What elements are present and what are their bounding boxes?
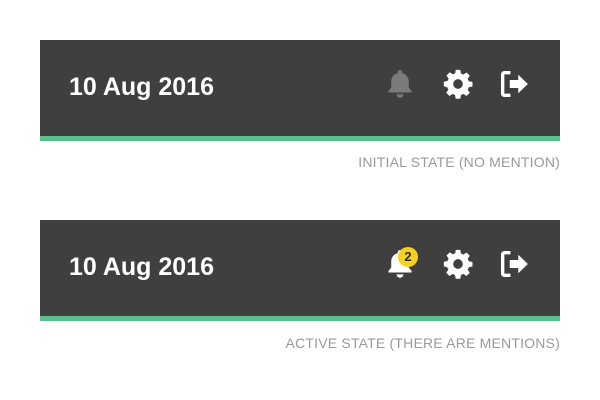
caption-initial-state: INITIAL STATE (NO MENTION) — [358, 154, 560, 170]
gear-icon[interactable] — [441, 247, 475, 281]
gear-icon-graphic — [443, 249, 473, 279]
logout-icon[interactable] — [497, 67, 531, 101]
header-bar-active: 10 Aug 2016 2 — [40, 220, 560, 321]
logout-icon[interactable] — [497, 247, 531, 281]
notification-badge: 2 — [398, 247, 418, 267]
bell-icon-graphic — [388, 70, 412, 98]
logout-icon-graphic — [500, 250, 528, 278]
header-bar-initial: 10 Aug 2016 — [40, 40, 560, 141]
date-label: 10 Aug 2016 — [69, 253, 214, 281]
gear-icon-graphic — [443, 69, 473, 99]
logout-icon-graphic — [500, 70, 528, 98]
date-label: 10 Aug 2016 — [69, 73, 214, 101]
bell-icon[interactable] — [383, 67, 417, 101]
gear-icon[interactable] — [441, 67, 475, 101]
caption-active-state: ACTIVE STATE (THERE ARE MENTIONS) — [285, 335, 560, 351]
